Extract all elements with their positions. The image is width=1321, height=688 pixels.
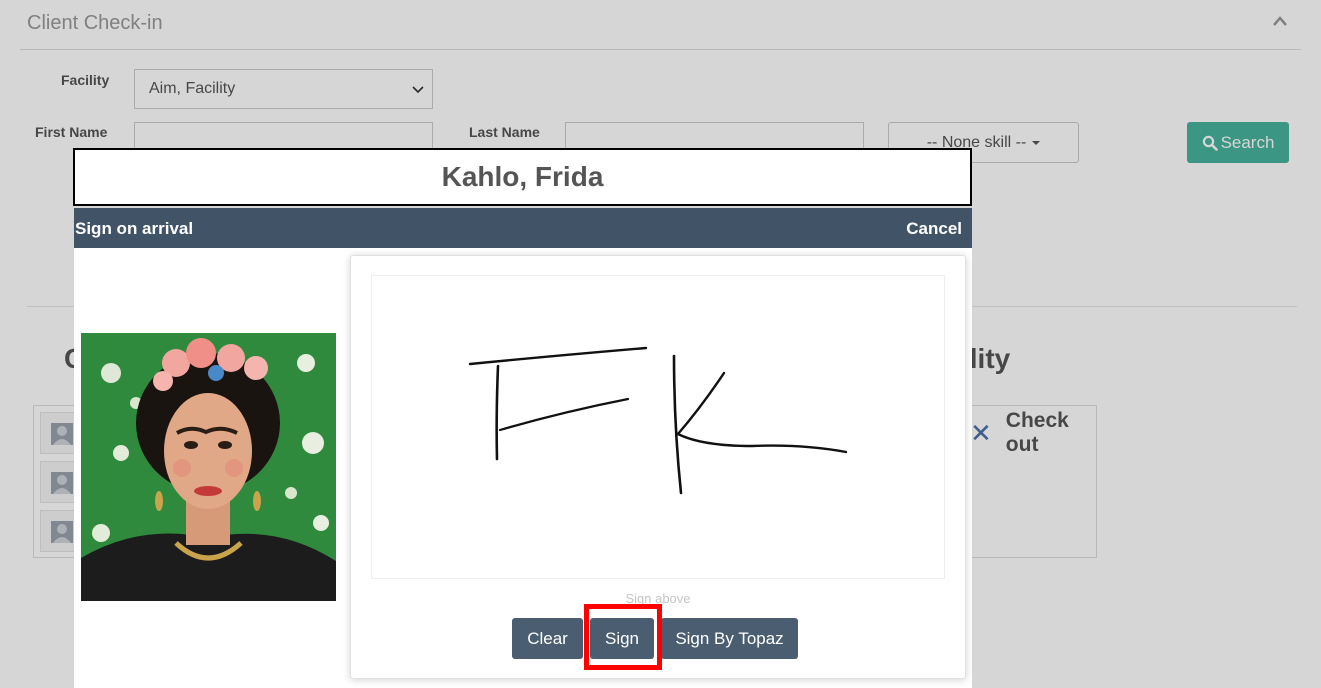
sign-by-topaz-button[interactable]: Sign By Topaz bbox=[661, 618, 798, 659]
client-photo bbox=[81, 333, 336, 601]
modal-title: Sign on arrival bbox=[75, 219, 194, 238]
sign-button-highlight bbox=[584, 604, 662, 670]
client-name: Kahlo, Frida bbox=[441, 161, 604, 192]
cancel-button[interactable]: Cancel bbox=[906, 219, 962, 239]
signature-drawing bbox=[468, 346, 848, 495]
signature-pad[interactable] bbox=[371, 275, 945, 579]
modal-titlebar: Sign on arrival Cancel bbox=[74, 208, 972, 248]
clear-button[interactable]: Clear bbox=[512, 618, 583, 659]
client-name-header: Kahlo, Frida bbox=[73, 148, 972, 206]
